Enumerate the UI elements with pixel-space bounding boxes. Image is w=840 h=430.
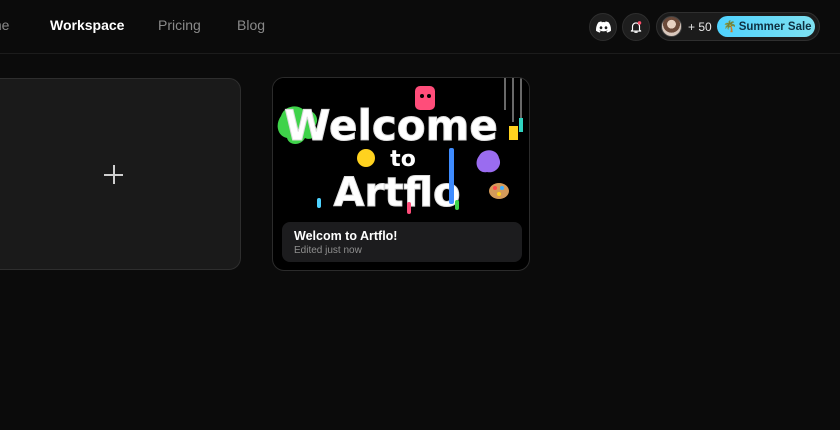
project-thumbnail: Welcome to Artflo xyxy=(273,78,529,228)
credits-count: + 50 xyxy=(688,20,712,34)
thumbnail-word-artflo: Artflo xyxy=(334,170,461,216)
top-navigation-bar: me Workspace Pricing Blog + 50 🌴 Summer … xyxy=(0,0,840,54)
thumbnail-word-to: to xyxy=(390,147,416,172)
nav-item-workspace[interactable]: Workspace xyxy=(50,17,124,33)
avatar[interactable] xyxy=(661,16,682,37)
notifications-button[interactable] xyxy=(622,13,650,41)
project-info-panel: Welcom to Artflo! Edited just now xyxy=(282,222,522,262)
project-title[interactable]: Welcom to Artflo! xyxy=(294,229,397,243)
summer-sale-badge[interactable]: 🌴 Summer Sale xyxy=(717,16,815,37)
plus-icon xyxy=(104,165,124,185)
thumbnail-word-welcome: Welcome xyxy=(284,101,498,150)
user-account-pill[interactable]: + 50 🌴 Summer Sale xyxy=(656,12,820,41)
nav-item-blog[interactable]: Blog xyxy=(237,17,265,33)
new-project-card[interactable] xyxy=(0,78,241,270)
discord-button[interactable] xyxy=(589,13,617,41)
nav-item-home[interactable]: me xyxy=(0,17,9,33)
summer-sale-label: Summer Sale xyxy=(738,20,812,33)
project-edited-time: Edited just now xyxy=(294,245,362,256)
palm-tree-icon: 🌴 xyxy=(723,21,737,33)
bell-icon xyxy=(630,21,642,33)
project-card[interactable]: Welcome to Artflo Welcom to Artflo! Edit… xyxy=(272,77,530,271)
nav-item-pricing[interactable]: Pricing xyxy=(158,17,201,33)
discord-icon xyxy=(595,21,611,33)
